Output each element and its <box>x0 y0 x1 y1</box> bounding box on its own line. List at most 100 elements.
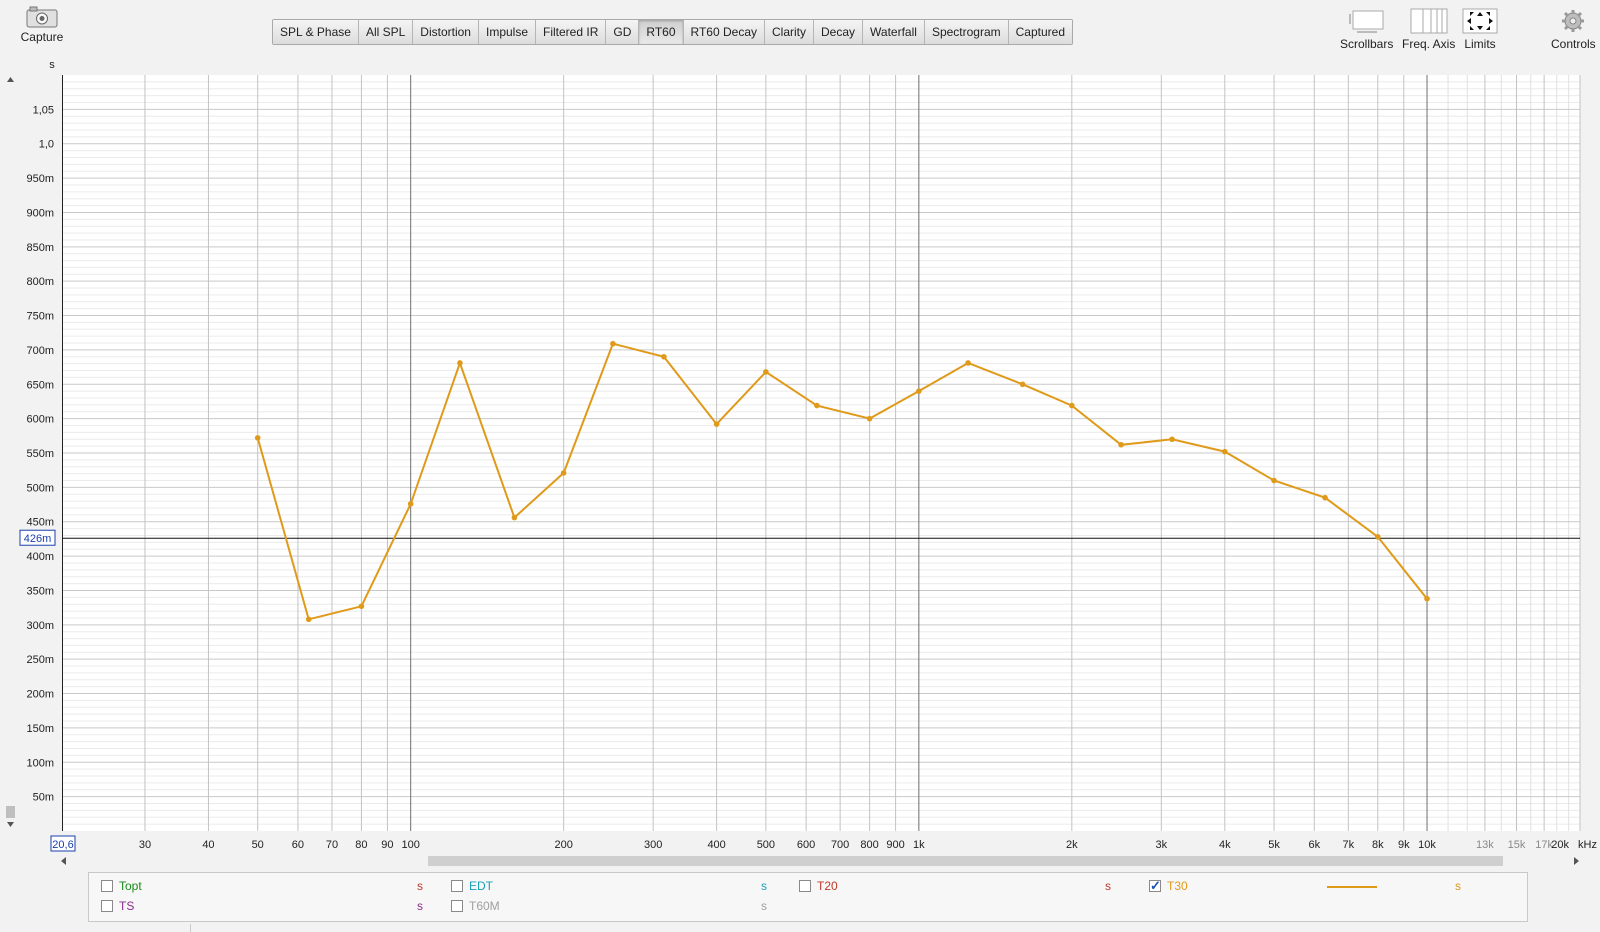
x-tick-label: 700 <box>831 839 849 851</box>
legend-unit-t20: s <box>1105 879 1111 893</box>
y-tick-label: 500m <box>26 482 54 494</box>
x-tick-label: 200 <box>554 839 572 851</box>
gear-icon <box>1562 10 1585 32</box>
horizontal-scroll-thumb[interactable] <box>428 856 1503 866</box>
capture-label: Capture <box>20 30 64 44</box>
scroll-right-arrow-icon[interactable] <box>1574 857 1579 865</box>
data-point <box>1424 595 1430 602</box>
tab-spectrogram[interactable]: Spectrogram <box>924 20 1009 44</box>
legend-checkbox-topt[interactable] <box>101 880 113 892</box>
legend-label-ts: TS <box>119 899 135 913</box>
tab-rt60-decay[interactable]: RT60 Decay <box>683 20 765 44</box>
y-tick-label: 200m <box>26 689 54 701</box>
tab-all-spl[interactable]: All SPL <box>358 20 414 44</box>
data-point <box>1169 436 1175 443</box>
x-tick-label: 80 <box>355 839 367 851</box>
legend-unit-ts: s <box>417 899 423 913</box>
legend-checkbox-edt[interactable] <box>451 880 463 892</box>
legend-checkbox-t30[interactable] <box>1149 878 1161 894</box>
freq-axis-button[interactable]: Freq. Axis <box>1402 8 1455 51</box>
tab-gd[interactable]: GD <box>606 20 640 44</box>
data-point <box>610 340 616 347</box>
data-point <box>1271 477 1277 484</box>
legend-checkbox-t20[interactable] <box>799 880 811 892</box>
tab-waterfall[interactable]: Waterfall <box>863 20 925 44</box>
x-tick-label: 9k <box>1398 839 1410 851</box>
data-point <box>1374 534 1381 540</box>
tab-filtered-ir[interactable]: Filtered IR <box>536 20 607 44</box>
x-left-readout-box[interactable]: 20,6 <box>50 835 76 852</box>
tab-captured[interactable]: Captured <box>1008 20 1073 44</box>
legend-unit-edt: s <box>761 879 767 893</box>
limits-icon <box>1462 8 1498 34</box>
data-point <box>254 435 261 441</box>
x-tick-label: 13k <box>1476 839 1494 851</box>
legend-swatch-t30 <box>1327 886 1377 888</box>
x-tick-label: 7k <box>1342 839 1354 851</box>
x-tick-label: 800 <box>860 839 878 851</box>
legend-unit-t30: s <box>1455 879 1461 893</box>
x-tick-label: 6k <box>1308 839 1320 851</box>
x-tick-label: 5k <box>1268 839 1280 851</box>
legend-checkbox-t60m[interactable] <box>451 900 463 912</box>
horizontal-scrollbar[interactable] <box>60 855 1580 867</box>
y-tick-label: 150m <box>26 723 54 735</box>
controls-button[interactable]: Controls <box>1551 8 1596 51</box>
x-tick-label: 400 <box>707 839 725 851</box>
y-tick-label: 1,0 <box>39 139 54 151</box>
scrollbars-button[interactable]: Scrollbars <box>1340 8 1393 51</box>
tab-distortion[interactable]: Distortion <box>413 20 479 44</box>
rt60-plot[interactable]: s 50m 100m 150m 200m 250m 300m 350m 400m 450m 500… <box>0 60 1600 860</box>
camera-icon <box>26 6 58 28</box>
data-point <box>1118 441 1124 448</box>
data-point <box>305 616 312 623</box>
capture-button[interactable]: Capture <box>14 6 70 44</box>
tab-clarity[interactable]: Clarity <box>765 20 815 44</box>
data-point <box>1322 494 1328 501</box>
legend-label-edt: EDT <box>469 879 493 893</box>
data-point <box>1222 448 1228 455</box>
x-axis-tick-labels: 30 40 50 60 70 80 90 100 200 300 400 500 600 700 800 90… <box>139 839 1570 851</box>
limits-button[interactable]: Limits <box>1462 8 1498 51</box>
x-tick-label: 90 <box>381 839 393 851</box>
y-tick-label: 550m <box>26 448 54 460</box>
data-point <box>866 415 873 422</box>
y-tick-label: 450m <box>26 517 54 529</box>
y-tick-label: 250m <box>26 654 54 666</box>
x-tick-label: 8k <box>1372 839 1384 851</box>
tab-spl-phase[interactable]: SPL & Phase <box>273 20 359 44</box>
legend-label-t60m: T60M <box>469 899 500 913</box>
tab-impulse[interactable]: Impulse <box>478 20 537 44</box>
x-tick-label: 600 <box>797 839 815 851</box>
data-point <box>560 470 567 476</box>
x-tick-label: 900 <box>886 839 904 851</box>
y-tick-label: 650m <box>26 379 54 391</box>
y-tick-label: 50m <box>33 792 54 804</box>
tab-rt60[interactable]: RT60 <box>639 20 684 44</box>
x-tick-label: 20k <box>1551 839 1569 851</box>
y-tick-label: 400m <box>26 551 54 563</box>
legend-label-t30: T30 <box>1167 879 1188 893</box>
x-left-readout: 20,6 <box>52 839 73 851</box>
y-tick-label: 850m <box>26 242 54 254</box>
data-point <box>661 353 667 360</box>
freq-axis-icon <box>1410 8 1448 34</box>
y-tick-label: 700m <box>26 345 54 357</box>
y-tick-label: 750m <box>26 311 54 323</box>
legend-panel: Topt s EDT s T20 s T30 s TS s T60M s <box>88 872 1528 922</box>
x-tick-label: 3k <box>1155 839 1167 851</box>
x-tick-label: 15k <box>1508 839 1526 851</box>
scroll-left-arrow-icon[interactable] <box>61 857 66 865</box>
view-tab-bar: SPL & Phase All SPL Distortion Impulse Filte… <box>272 19 1074 45</box>
tab-decay[interactable]: Decay <box>814 20 864 44</box>
y-tick-label: 600m <box>26 414 54 426</box>
limits-label: Limits <box>1464 37 1496 51</box>
x-axis-unit: kHz <box>1578 839 1597 851</box>
x-tick-label: 300 <box>644 839 662 851</box>
x-tick-label: 30 <box>139 839 151 851</box>
y-axis-unit: s <box>49 60 55 71</box>
legend-checkbox-ts[interactable] <box>101 900 113 912</box>
y-tick-label: 800m <box>26 276 54 288</box>
x-tick-label: 1k <box>913 839 925 851</box>
data-point <box>713 421 720 427</box>
